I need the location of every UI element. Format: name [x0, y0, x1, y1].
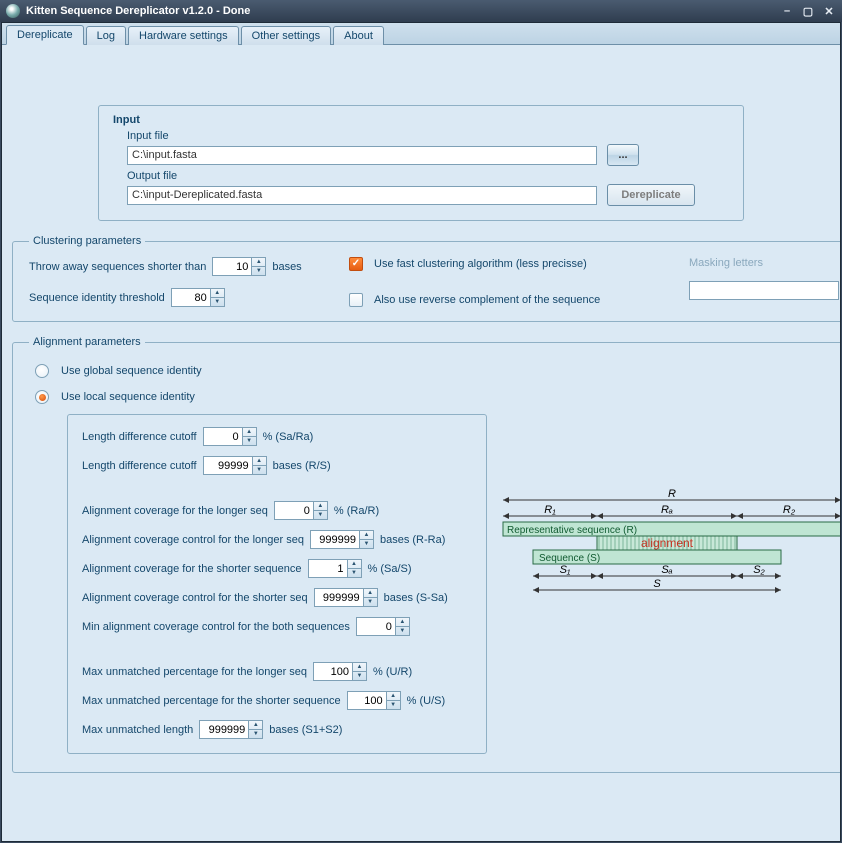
close-button[interactable]: ✕: [820, 4, 838, 18]
unmatched-longer-label: Max unmatched percentage for the longer …: [82, 666, 307, 678]
fast-clustering-checkbox[interactable]: [349, 257, 363, 271]
length-diff-bases-spinner[interactable]: ▲▼: [203, 456, 267, 475]
cov-longer-ctrl-label: Alignment coverage control for the longe…: [82, 534, 304, 546]
cov-shorter-ctrl-spinner[interactable]: ▲▼: [314, 588, 378, 607]
local-identity-radio[interactable]: [35, 390, 49, 404]
unmatched-longer-post: % (U/R): [373, 666, 412, 678]
spinner-up-icon[interactable]: ▲: [252, 258, 265, 267]
cov-shorter-ctrl-post: bases (S-Sa): [384, 592, 448, 604]
length-diff-bases-post: bases (R/S): [273, 460, 331, 472]
svg-text:Rₐ: Rₐ: [661, 504, 673, 516]
identity-threshold-label: Sequence identity threshold: [29, 292, 165, 304]
length-diff-pct-label: Length difference cutoff: [82, 431, 197, 443]
cov-shorter-label: Alignment coverage for the shorter seque…: [82, 563, 302, 575]
svg-text:Sequence (S): Sequence (S): [539, 553, 600, 564]
input-title: Input: [113, 114, 729, 126]
svg-text:S: S: [653, 578, 661, 590]
maximize-button[interactable]: ▢: [799, 4, 817, 18]
unmatched-len-post: bases (S1+S2): [269, 724, 342, 736]
browse-button[interactable]: ...: [607, 144, 639, 166]
svg-text:R₁: R₁: [544, 504, 556, 516]
app-icon: [6, 4, 20, 18]
svg-text:Sₐ: Sₐ: [661, 564, 672, 576]
tab-other-settings[interactable]: Other settings: [241, 26, 331, 45]
cov-shorter-ctrl-label: Alignment coverage control for the short…: [82, 592, 308, 604]
fast-clustering-label: Use fast clustering algorithm (less prec…: [374, 258, 587, 270]
input-file-field[interactable]: [127, 146, 597, 165]
window-title: Kitten Sequence Dereplicator v1.2.0 - Do…: [26, 5, 775, 17]
svg-text:alignment: alignment: [641, 536, 694, 550]
tab-strip: Dereplicate Log Hardware settings Other …: [2, 23, 840, 45]
masking-letters-label: Masking letters: [689, 257, 839, 269]
alignment-panel: Alignment parameters Use global sequence…: [12, 336, 840, 773]
cov-longer-post: % (Ra/R): [334, 505, 379, 517]
tab-about[interactable]: About: [333, 26, 384, 45]
spinner-down-icon[interactable]: ▼: [211, 298, 224, 306]
tab-log[interactable]: Log: [86, 26, 126, 45]
throw-away-post: bases: [272, 261, 301, 273]
titlebar: Kitten Sequence Dereplicator v1.2.0 - Do…: [0, 0, 842, 22]
dereplicate-button[interactable]: Dereplicate: [607, 184, 695, 206]
spinner-up-icon[interactable]: ▲: [211, 289, 224, 298]
output-file-label: Output file: [127, 170, 729, 182]
svg-text:S₁: S₁: [560, 564, 571, 576]
cov-longer-label: Alignment coverage for the longer seq: [82, 505, 268, 517]
length-diff-pct-spinner[interactable]: ▲▼: [203, 427, 257, 446]
reverse-complement-label: Also use reverse complement of the seque…: [374, 294, 600, 306]
global-identity-radio[interactable]: [35, 364, 49, 378]
identity-threshold-spinner[interactable]: ▲▼: [171, 288, 225, 307]
cov-longer-ctrl-spinner[interactable]: ▲▼: [310, 530, 374, 549]
unmatched-len-label: Max unmatched length: [82, 724, 193, 736]
reverse-complement-checkbox[interactable]: [349, 293, 363, 307]
output-file-field[interactable]: [127, 186, 597, 205]
global-identity-label: Use global sequence identity: [61, 365, 202, 377]
svg-text:R: R: [668, 488, 676, 500]
tab-dereplicate[interactable]: Dereplicate: [6, 25, 84, 45]
svg-text:S₂: S₂: [753, 564, 765, 576]
clustering-panel: Clustering parameters Throw away sequenc…: [12, 235, 840, 322]
cov-longer-spinner[interactable]: ▲▼: [274, 501, 328, 520]
cov-shorter-post: % (Sa/S): [368, 563, 412, 575]
local-identity-label: Use local sequence identity: [61, 391, 195, 403]
unmatched-longer-spinner[interactable]: ▲▼: [313, 662, 367, 681]
throw-away-spinner[interactable]: ▲▼: [212, 257, 266, 276]
input-panel: Input Input file ... Output file Derepli…: [98, 105, 744, 221]
alignment-legend: Alignment parameters: [29, 336, 145, 348]
length-diff-bases-label: Length difference cutoff: [82, 460, 197, 472]
input-file-label: Input file: [127, 130, 729, 142]
cov-shorter-spinner[interactable]: ▲▼: [308, 559, 362, 578]
unmatched-shorter-spinner[interactable]: ▲▼: [347, 691, 401, 710]
min-cov-label: Min alignment coverage control for the b…: [82, 621, 350, 633]
cov-longer-ctrl-post: bases (R-Ra): [380, 534, 445, 546]
tab-hardware-settings[interactable]: Hardware settings: [128, 26, 239, 45]
minimize-button[interactable]: –: [778, 4, 796, 18]
throw-away-label: Throw away sequences shorter than: [29, 261, 206, 273]
alignment-diagram: R R₁ Rₐ R₂ Representative sequence (R): [497, 488, 840, 754]
min-cov-spinner[interactable]: ▲▼: [356, 617, 410, 636]
unmatched-len-spinner[interactable]: ▲▼: [199, 720, 263, 739]
clustering-legend: Clustering parameters: [29, 235, 145, 247]
alignment-subpanel: Length difference cutoff ▲▼ % (Sa/Ra) Le…: [67, 414, 487, 754]
masking-letters-field[interactable]: [689, 281, 839, 300]
unmatched-shorter-label: Max unmatched percentage for the shorter…: [82, 695, 341, 707]
spinner-down-icon[interactable]: ▼: [252, 267, 265, 275]
svg-text:R₂: R₂: [783, 504, 796, 516]
unmatched-shorter-post: % (U/S): [407, 695, 446, 707]
svg-text:Representative sequence (R): Representative sequence (R): [507, 525, 637, 536]
length-diff-pct-post: % (Sa/Ra): [263, 431, 314, 443]
